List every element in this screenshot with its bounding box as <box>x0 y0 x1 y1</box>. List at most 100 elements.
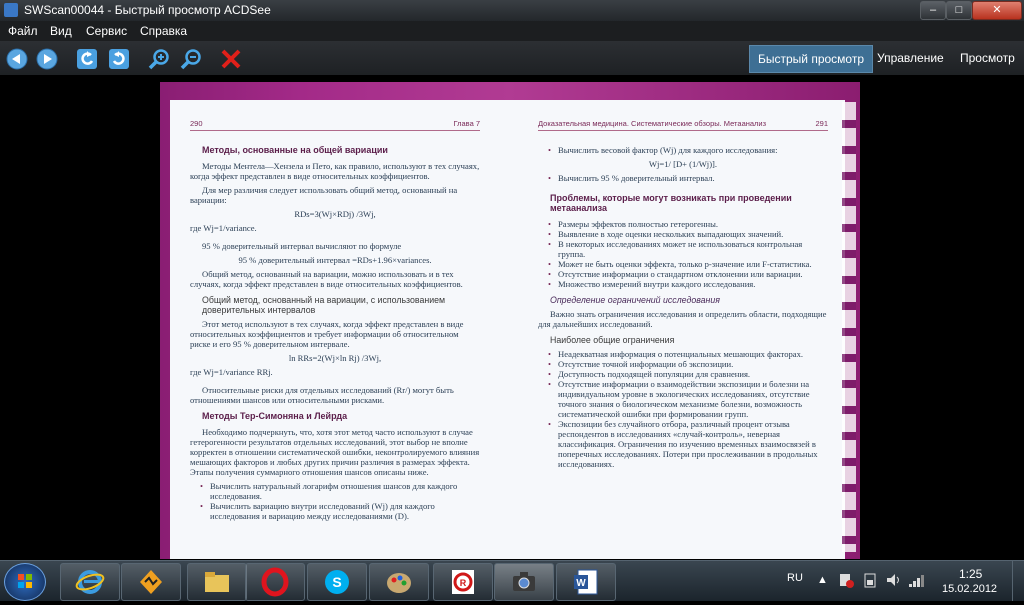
left-page-header: 290 Глава 7 <box>190 119 480 131</box>
ie-icon <box>75 570 105 594</box>
paragraph: Общий метод, основанный на вариации, мож… <box>190 269 463 289</box>
list-item: Выявление в ходе оценки нескольких выпад… <box>548 229 828 239</box>
taskbar-skype[interactable]: S <box>307 563 367 601</box>
taskbar-paint[interactable] <box>369 563 429 601</box>
formula: RDs=3(Wj×RDj) /3Wj, <box>294 209 376 219</box>
word-icon: W <box>574 569 598 595</box>
delete-icon <box>221 49 241 69</box>
rotate-right-button[interactable] <box>106 46 132 72</box>
list-item: Отсутствие информации о взаимодействии э… <box>548 379 828 419</box>
list-item: Размеры эффектов полностью гетерогенны. <box>548 219 828 229</box>
menu-file[interactable]: Файл <box>8 24 38 38</box>
list-item: Неадекватная информация о потенциальных … <box>548 349 828 359</box>
rotate-right-icon <box>109 49 129 69</box>
start-button[interactable] <box>4 563 46 601</box>
paragraph: Важно знать ограничения исследования и о… <box>538 309 827 329</box>
zoom-out-icon <box>180 49 201 70</box>
right-page-header: Доказательная медицина. Систематические … <box>538 119 828 131</box>
left-page-number: 290 <box>190 119 203 128</box>
explorer-icon <box>205 572 229 592</box>
clock-date[interactable]: 15.02.2012 <box>942 583 997 595</box>
menu-tools[interactable]: Сервис <box>86 24 127 38</box>
taskbar-word[interactable]: W <box>556 563 616 601</box>
heading: Методы Тер-Симоняна и Лейрда <box>202 411 348 421</box>
bullet-list: Вычислить 95 % доверительный интервал. <box>548 173 828 183</box>
mode-manage[interactable]: Управление <box>869 45 952 71</box>
show-hidden-icons[interactable]: ▲ <box>817 574 828 586</box>
bullet-list: Вычислить весовой фактор (Wj) для каждог… <box>548 145 828 155</box>
paragraph: Методы Ментела—Хензела и Пето, как прави… <box>190 161 480 181</box>
heading: Проблемы, которые могут возникать при пр… <box>550 193 792 213</box>
forward-icon <box>36 48 58 70</box>
rotate-left-icon <box>77 49 97 69</box>
back-button[interactable] <box>4 46 30 72</box>
right-page: Доказательная медицина. Систематические … <box>538 119 828 473</box>
paragraph: где Wj=1/variance RRj. <box>190 367 273 377</box>
right-header-title: Доказательная медицина. Систематические … <box>538 119 767 128</box>
winamp-icon <box>140 570 162 594</box>
volume-icon[interactable] <box>885 572 901 588</box>
rotate-left-button[interactable] <box>74 46 100 72</box>
subheading: Наиболее общие ограничения <box>550 335 675 345</box>
finereader-icon: R <box>452 570 474 594</box>
bullet-list: Размеры эффектов полностью гетерогенны. … <box>548 219 828 289</box>
image-viewer[interactable]: 290 Глава 7 Методы, основанные на общей … <box>0 75 1024 560</box>
formula: 95 % доверительный интервал =RDs+1.96×va… <box>238 255 432 265</box>
zoom-in-button[interactable] <box>146 46 172 72</box>
minimize-button[interactable]: – <box>920 1 946 20</box>
skype-icon: S <box>325 570 349 594</box>
language-indicator[interactable]: RU <box>787 572 803 584</box>
bullet-list: Неадекватная информация о потенциальных … <box>548 349 828 469</box>
app-icon <box>4 3 18 17</box>
svg-text:S: S <box>332 574 341 590</box>
list-item: Может не быть оценки эффекта, только р-з… <box>548 259 828 269</box>
scanned-page: 290 Глава 7 Методы, основанные на общей … <box>160 82 860 559</box>
list-item: Экспозиции без случайного отбора, различ… <box>548 419 828 469</box>
list-item: Вычислить натуральный логарифм отношения… <box>200 481 480 501</box>
right-page-number: 291 <box>815 119 828 128</box>
taskbar-acdsee[interactable] <box>494 563 554 601</box>
svg-text:W: W <box>576 578 586 589</box>
delete-button[interactable] <box>218 46 244 72</box>
taskbar-finereader[interactable]: R <box>433 563 493 601</box>
taskbar: S R W RU ▲ 1:25 15.02.2012 <box>0 560 1024 601</box>
list-item: Вычислить вариацию внутри исследований (… <box>200 501 480 521</box>
paragraph: Относительные риски для отдельных исслед… <box>190 385 454 405</box>
opera-icon <box>261 567 289 597</box>
action-center-icon[interactable] <box>838 572 854 588</box>
back-icon <box>6 48 28 70</box>
maximize-button[interactable]: □ <box>946 1 972 20</box>
menu-help[interactable]: Справка <box>140 24 187 38</box>
list-item: Отсутствие точной информации об экспозиц… <box>548 359 828 369</box>
list-item: Множество измерений внутри каждого иссле… <box>548 279 828 289</box>
formula: Wj=1/ [D+ (1/Wj)]. <box>648 159 718 169</box>
scan-edge <box>842 102 856 552</box>
paragraph: Для мер различия следует использовать об… <box>190 185 458 205</box>
list-item: Вычислить 95 % доверительный интервал. <box>548 173 828 183</box>
taskbar-explorer[interactable] <box>187 563 247 601</box>
zoom-out-button[interactable] <box>178 46 204 72</box>
battery-icon[interactable] <box>862 572 878 588</box>
heading: Методы, основанные на общей вариации <box>202 145 388 155</box>
list-item: В некоторых исследованиях может не испол… <box>548 239 828 259</box>
taskbar-ie[interactable] <box>60 563 120 601</box>
left-page: 290 Глава 7 Методы, основанные на общей … <box>190 119 480 525</box>
menu-view[interactable]: Вид <box>50 24 72 38</box>
mode-quick-view[interactable]: Быстрый просмотр <box>749 45 874 73</box>
list-item: Вычислить весовой фактор (Wj) для каждог… <box>548 145 828 155</box>
clock-time[interactable]: 1:25 <box>959 567 982 581</box>
close-button[interactable]: ✕ <box>972 1 1022 20</box>
svg-text:R: R <box>460 578 467 588</box>
zoom-in-icon <box>148 49 169 70</box>
show-desktop-button[interactable] <box>1012 561 1024 601</box>
bullet-list: Вычислить натуральный логарифм отношения… <box>200 481 480 521</box>
taskbar-opera[interactable] <box>245 563 305 601</box>
taskbar-winamp[interactable] <box>121 563 181 601</box>
subheading: Определение ограничений исследования <box>550 295 720 305</box>
paragraph: Необходимо подчеркнуть, что, хотя этот м… <box>190 427 480 477</box>
window-title: SWScan00044 - Быстрый просмотр ACDSee <box>24 3 271 17</box>
left-chapter: Глава 7 <box>453 119 480 128</box>
mode-view[interactable]: Просмотр <box>952 45 1023 71</box>
forward-button[interactable] <box>34 46 60 72</box>
network-icon[interactable] <box>908 572 926 588</box>
